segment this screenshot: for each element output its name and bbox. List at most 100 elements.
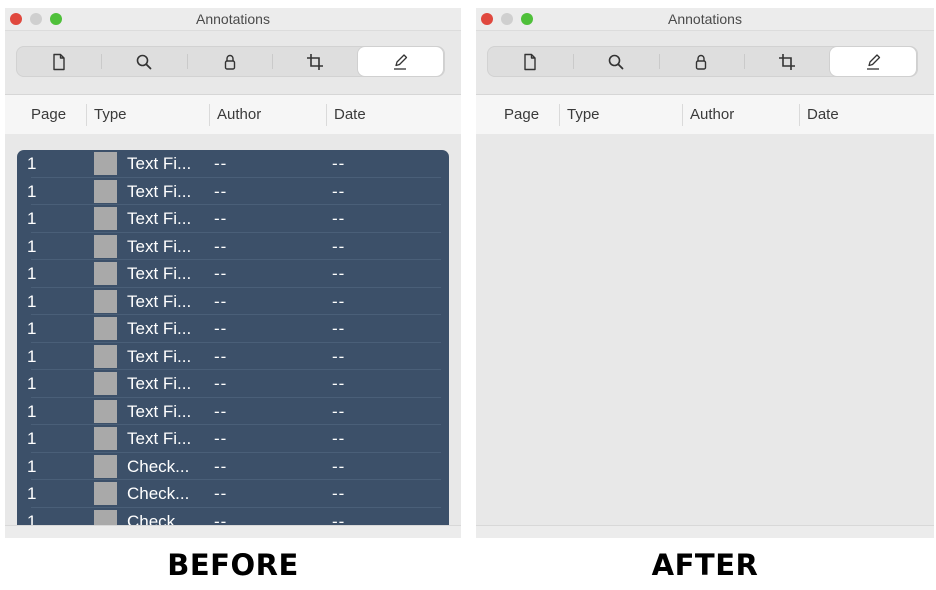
cell-page: 1 — [27, 456, 37, 476]
annotation-row[interactable]: 1 Text Fi... -- -- — [17, 260, 449, 288]
annotations-list-empty[interactable] — [476, 134, 934, 526]
annotations-list[interactable]: 1 Text Fi... -- -- 1 Text Fi... -- -- 1 Text Fi..… — [5, 134, 461, 526]
annotation-color-swatch — [94, 179, 117, 203]
tab-annotations[interactable] — [357, 47, 444, 76]
annotation-row[interactable]: 1 Text Fi... -- -- — [17, 425, 449, 453]
title-bar: Annotations — [476, 8, 934, 31]
cell-type: Text Fi... — [127, 264, 192, 283]
tab-page[interactable] — [487, 46, 573, 77]
annotation-row[interactable]: 1 Check... -- -- — [17, 453, 449, 480]
column-author[interactable]: Author — [690, 106, 734, 123]
tab-annotations[interactable] — [830, 47, 916, 76]
cell-page: 1 — [27, 346, 37, 366]
annotation-color-swatch — [94, 207, 117, 230]
cell-author: -- — [214, 181, 228, 201]
cell-type: Check... — [127, 456, 190, 476]
cell-date: -- — [332, 264, 346, 283]
column-divider[interactable] — [799, 104, 800, 126]
cell-date: -- — [332, 319, 346, 338]
cell-author: -- — [214, 401, 228, 421]
cell-date: -- — [332, 511, 346, 526]
caption-before: BEFORE — [167, 548, 299, 582]
annotation-row[interactable]: 1 Text Fi... -- -- — [17, 233, 449, 260]
annotation-row[interactable]: 1 Check... -- -- — [17, 480, 449, 508]
annotation-row[interactable]: 1 Text Fi... -- -- — [17, 178, 449, 205]
cell-page: 1 — [27, 236, 37, 256]
cell-page: 1 — [27, 181, 37, 201]
toolbar — [5, 31, 461, 95]
annotation-color-swatch — [94, 454, 117, 478]
annotation-color-swatch — [94, 399, 117, 423]
cell-date: -- — [332, 236, 346, 256]
annotation-row[interactable]: 1 Text Fi... -- -- — [17, 288, 449, 315]
window-title: Annotations — [668, 11, 742, 27]
cell-page: 1 — [27, 319, 37, 338]
column-divider[interactable] — [326, 104, 327, 126]
crop-icon — [306, 53, 323, 70]
column-divider[interactable] — [682, 104, 683, 126]
annotation-row[interactable]: 1 Text Fi... -- -- — [17, 370, 449, 398]
tab-crop[interactable] — [744, 46, 830, 77]
annotation-color-swatch — [94, 427, 117, 450]
tab-search[interactable] — [101, 46, 186, 77]
annotation-row[interactable]: 1 Check... -- -- — [17, 508, 449, 526]
lock-icon — [696, 54, 707, 70]
annotation-color-swatch — [94, 344, 117, 368]
cell-author: -- — [214, 319, 228, 338]
annotation-row[interactable]: 1 Text Fi... -- -- — [17, 315, 449, 343]
search-icon — [136, 54, 152, 69]
annotation-row[interactable]: 1 Text Fi... -- -- — [17, 150, 449, 178]
cell-author: -- — [214, 429, 228, 448]
cell-author: -- — [214, 154, 228, 173]
cell-type: Text Fi... — [127, 236, 192, 256]
column-date[interactable]: Date — [334, 106, 366, 123]
column-page[interactable]: Page — [31, 106, 66, 123]
column-divider[interactable] — [86, 104, 87, 126]
cell-type: Text Fi... — [127, 154, 192, 173]
lock-icon — [224, 54, 235, 70]
cell-date: -- — [332, 484, 346, 503]
cell-date: -- — [332, 401, 346, 421]
cell-type: Text Fi... — [127, 209, 192, 228]
tab-crop[interactable] — [272, 46, 357, 77]
column-page[interactable]: Page — [504, 106, 539, 123]
annotations-window-before: Annotations Page Type Author Date 1 Text… — [5, 8, 461, 538]
cell-page: 1 — [27, 401, 37, 421]
annotation-row[interactable]: 1 Text Fi... -- -- — [17, 205, 449, 233]
column-type[interactable]: Type — [94, 106, 127, 123]
column-type[interactable]: Type — [567, 106, 600, 123]
annotation-color-swatch — [94, 289, 117, 313]
cell-type: Text Fi... — [127, 291, 192, 311]
pencil-icon — [867, 53, 881, 70]
cell-type: Text Fi... — [127, 181, 192, 201]
cell-author: -- — [214, 374, 228, 393]
cell-page: 1 — [27, 374, 37, 393]
annotation-row[interactable]: 1 Text Fi... -- -- — [17, 398, 449, 425]
document-icon — [524, 53, 536, 70]
inspector-tabs — [16, 46, 445, 77]
toolbar — [476, 31, 934, 95]
tab-search[interactable] — [572, 46, 659, 77]
cell-type: Text Fi... — [127, 374, 192, 393]
cell-page: 1 — [27, 291, 37, 311]
column-author[interactable]: Author — [217, 106, 261, 123]
cell-author: -- — [214, 291, 228, 311]
column-divider[interactable] — [209, 104, 210, 126]
annotation-color-swatch — [94, 262, 117, 285]
column-date[interactable]: Date — [807, 106, 839, 123]
annotation-row[interactable]: 1 Text Fi... -- -- — [17, 343, 449, 370]
window-title: Annotations — [196, 11, 270, 27]
cell-type: Check... — [127, 484, 190, 503]
tab-security[interactable] — [186, 46, 272, 77]
cell-author: -- — [214, 209, 228, 228]
caption-after: AFTER — [651, 548, 759, 582]
cell-page: 1 — [27, 154, 37, 173]
annotation-color-swatch — [94, 234, 117, 258]
annotation-color-swatch — [94, 509, 117, 525]
tab-page[interactable] — [16, 46, 101, 77]
tab-security[interactable] — [658, 46, 745, 77]
cell-date: -- — [332, 456, 346, 476]
cell-author: -- — [214, 484, 228, 503]
annotation-color-swatch — [94, 482, 117, 505]
column-divider[interactable] — [559, 104, 560, 126]
